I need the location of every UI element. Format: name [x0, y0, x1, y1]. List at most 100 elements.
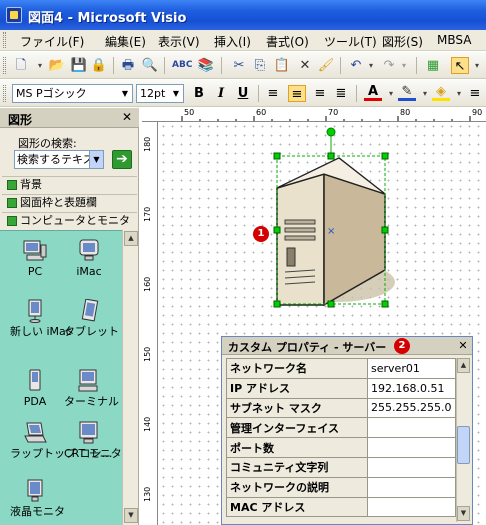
- menu-edit[interactable]: 編集(E): [105, 33, 146, 50]
- property-value-field[interactable]: [367, 437, 456, 458]
- scroll-down-icon[interactable]: ▼: [457, 506, 470, 521]
- master-terminal[interactable]: ターミナル: [64, 369, 119, 408]
- master-pc[interactable]: PC: [10, 239, 60, 278]
- chevron-down-icon[interactable]: ▼: [118, 85, 132, 102]
- property-value-field[interactable]: 192.168.0.51: [367, 377, 456, 399]
- property-value-field[interactable]: [367, 496, 456, 518]
- save-icon[interactable]: 💾: [70, 57, 88, 74]
- font-size-combo[interactable]: 12pt ▼: [136, 84, 184, 103]
- menu-bar: ファイル(F) 編集(E) 表示(V) 挿入(I) 書式(O) ツール(T) 図…: [0, 30, 486, 51]
- stencil-background[interactable]: 背景: [2, 176, 137, 193]
- ruler-label: 50: [184, 108, 195, 117]
- print-preview-icon[interactable]: 🔍: [141, 57, 159, 74]
- master-label: PC: [27, 265, 43, 278]
- scroll-thumb[interactable]: [457, 426, 470, 464]
- bold-button[interactable]: B: [190, 85, 208, 102]
- redo-dropdown-icon[interactable]: ▾: [395, 57, 413, 74]
- font-value: MS Pゴシック: [16, 87, 87, 100]
- permission-icon[interactable]: 🔒: [90, 57, 108, 74]
- align-center-icon[interactable]: ≡: [288, 85, 306, 102]
- chevron-down-icon[interactable]: ▼: [89, 151, 103, 168]
- underline-button[interactable]: U: [234, 85, 252, 102]
- property-row[interactable]: ポート数: [225, 437, 456, 458]
- scroll-down-icon[interactable]: ▼: [124, 508, 138, 523]
- pointer-tool-icon[interactable]: ↖: [451, 57, 469, 74]
- toolbar-grip[interactable]: [3, 57, 6, 74]
- properties-title-bar: カスタム プロパティ - サーバー 2 ✕: [222, 337, 472, 355]
- undo-dropdown-icon[interactable]: ▾: [362, 57, 380, 74]
- menu-file[interactable]: ファイル(F): [20, 33, 84, 50]
- cut-icon[interactable]: ✂: [230, 57, 248, 74]
- callout-1: 1: [253, 226, 269, 242]
- paste-icon[interactable]: 📋: [273, 57, 291, 74]
- ruler-label: 170: [143, 206, 152, 222]
- property-row[interactable]: ネットワークの説明: [225, 476, 456, 498]
- stencil-computers-monitors[interactable]: コンピュータとモニタ: [2, 212, 137, 229]
- properties-scrollbar[interactable]: ▲ ▼: [456, 358, 470, 522]
- visio-app-icon[interactable]: [6, 7, 22, 23]
- delete-icon[interactable]: ✕: [296, 57, 314, 74]
- property-row[interactable]: サブネット マスク 255.255.255.0: [225, 397, 456, 419]
- menu-view[interactable]: 表示(V): [158, 33, 200, 50]
- master-tablet-pc[interactable]: タブレット PC: [64, 299, 137, 338]
- property-value-field[interactable]: [367, 417, 456, 439]
- stencil-borders-titles[interactable]: 図面枠と表題欄: [2, 194, 137, 211]
- master-imac[interactable]: iMac: [64, 239, 114, 278]
- property-row[interactable]: IP アドレス 192.168.0.51: [225, 377, 456, 399]
- line-color-icon[interactable]: ✎: [398, 85, 416, 101]
- stencil-scrollbar[interactable]: ▲ ▼: [122, 230, 138, 525]
- menu-tools[interactable]: ツール(T): [324, 33, 377, 50]
- formatting-toolbar: MS Pゴシック ▼ 12pt ▼ B I U ≡ ≡ ≡ ≣ A ▾ ✎ ▾ …: [0, 80, 486, 107]
- property-row[interactable]: MAC アドレス: [225, 496, 456, 518]
- menu-format[interactable]: 書式(O): [266, 33, 309, 50]
- toolbar-grip[interactable]: [3, 85, 6, 102]
- format-painter-icon[interactable]: 🖌: [317, 57, 335, 74]
- menu-grip[interactable]: [3, 32, 6, 48]
- fill-color-icon[interactable]: ◈: [432, 85, 450, 101]
- property-value-field[interactable]: [367, 476, 456, 498]
- property-row[interactable]: コミュニティ文字列: [225, 456, 456, 478]
- close-icon[interactable]: ✕: [456, 338, 470, 353]
- stencil-icon: [7, 198, 17, 208]
- align-left-icon[interactable]: ≡: [264, 85, 282, 102]
- master-lcd-monitor[interactable]: 液晶モニタ: [10, 479, 65, 518]
- open-icon[interactable]: 📂: [48, 57, 66, 74]
- italic-button[interactable]: I: [212, 85, 230, 102]
- master-crt-monitor[interactable]: CRT モニタ: [64, 421, 122, 460]
- font-color-icon[interactable]: A: [364, 85, 382, 101]
- ruler-label: 130: [143, 486, 152, 502]
- close-icon[interactable]: ✕: [120, 110, 134, 124]
- align-right-icon[interactable]: ≡: [311, 85, 329, 102]
- line-weight-icon[interactable]: ≡: [466, 85, 484, 102]
- shapes-window-icon[interactable]: ▦: [424, 57, 442, 74]
- menu-insert[interactable]: 挿入(I): [214, 33, 251, 50]
- laptop-icon: [24, 422, 47, 443]
- master-pda[interactable]: PDA: [10, 369, 60, 408]
- new-icon[interactable]: 🗋: [12, 57, 30, 74]
- master-new-imac[interactable]: 新しい iMac: [10, 299, 72, 338]
- master-label: PDA: [23, 395, 47, 408]
- new-dropdown-icon[interactable]: ▾: [31, 57, 49, 74]
- property-row[interactable]: 管理インターフェイス: [225, 417, 456, 439]
- menu-shape[interactable]: 図形(S): [382, 33, 423, 50]
- property-row[interactable]: ネットワーク名 server01: [225, 358, 456, 379]
- justify-icon[interactable]: ≣: [332, 85, 350, 102]
- chevron-down-icon[interactable]: ▼: [169, 85, 183, 102]
- property-value-field[interactable]: server01: [367, 358, 456, 379]
- search-go-button[interactable]: ➔: [112, 150, 132, 169]
- spelling-icon[interactable]: ABC: [172, 57, 192, 74]
- font-combo[interactable]: MS Pゴシック ▼: [12, 84, 133, 103]
- property-value-field[interactable]: [367, 456, 456, 478]
- scroll-up-icon[interactable]: ▲: [124, 231, 138, 246]
- separator: [340, 57, 341, 74]
- menu-mbsa[interactable]: MBSA: [437, 33, 471, 47]
- copy-icon[interactable]: ⎘: [251, 57, 269, 74]
- scroll-up-icon[interactable]: ▲: [457, 358, 470, 373]
- property-value-field[interactable]: 255.255.255.0: [367, 397, 456, 419]
- research-icon[interactable]: 📚: [197, 57, 215, 74]
- shapes-panel-title: 図形: [8, 113, 33, 127]
- master-label: 液晶モニタ: [10, 505, 65, 518]
- master-laptop[interactable]: ラップトップ コン…: [10, 421, 113, 460]
- print-icon[interactable]: 🖶: [119, 57, 137, 74]
- pointer-dropdown-icon[interactable]: ▾: [468, 57, 486, 74]
